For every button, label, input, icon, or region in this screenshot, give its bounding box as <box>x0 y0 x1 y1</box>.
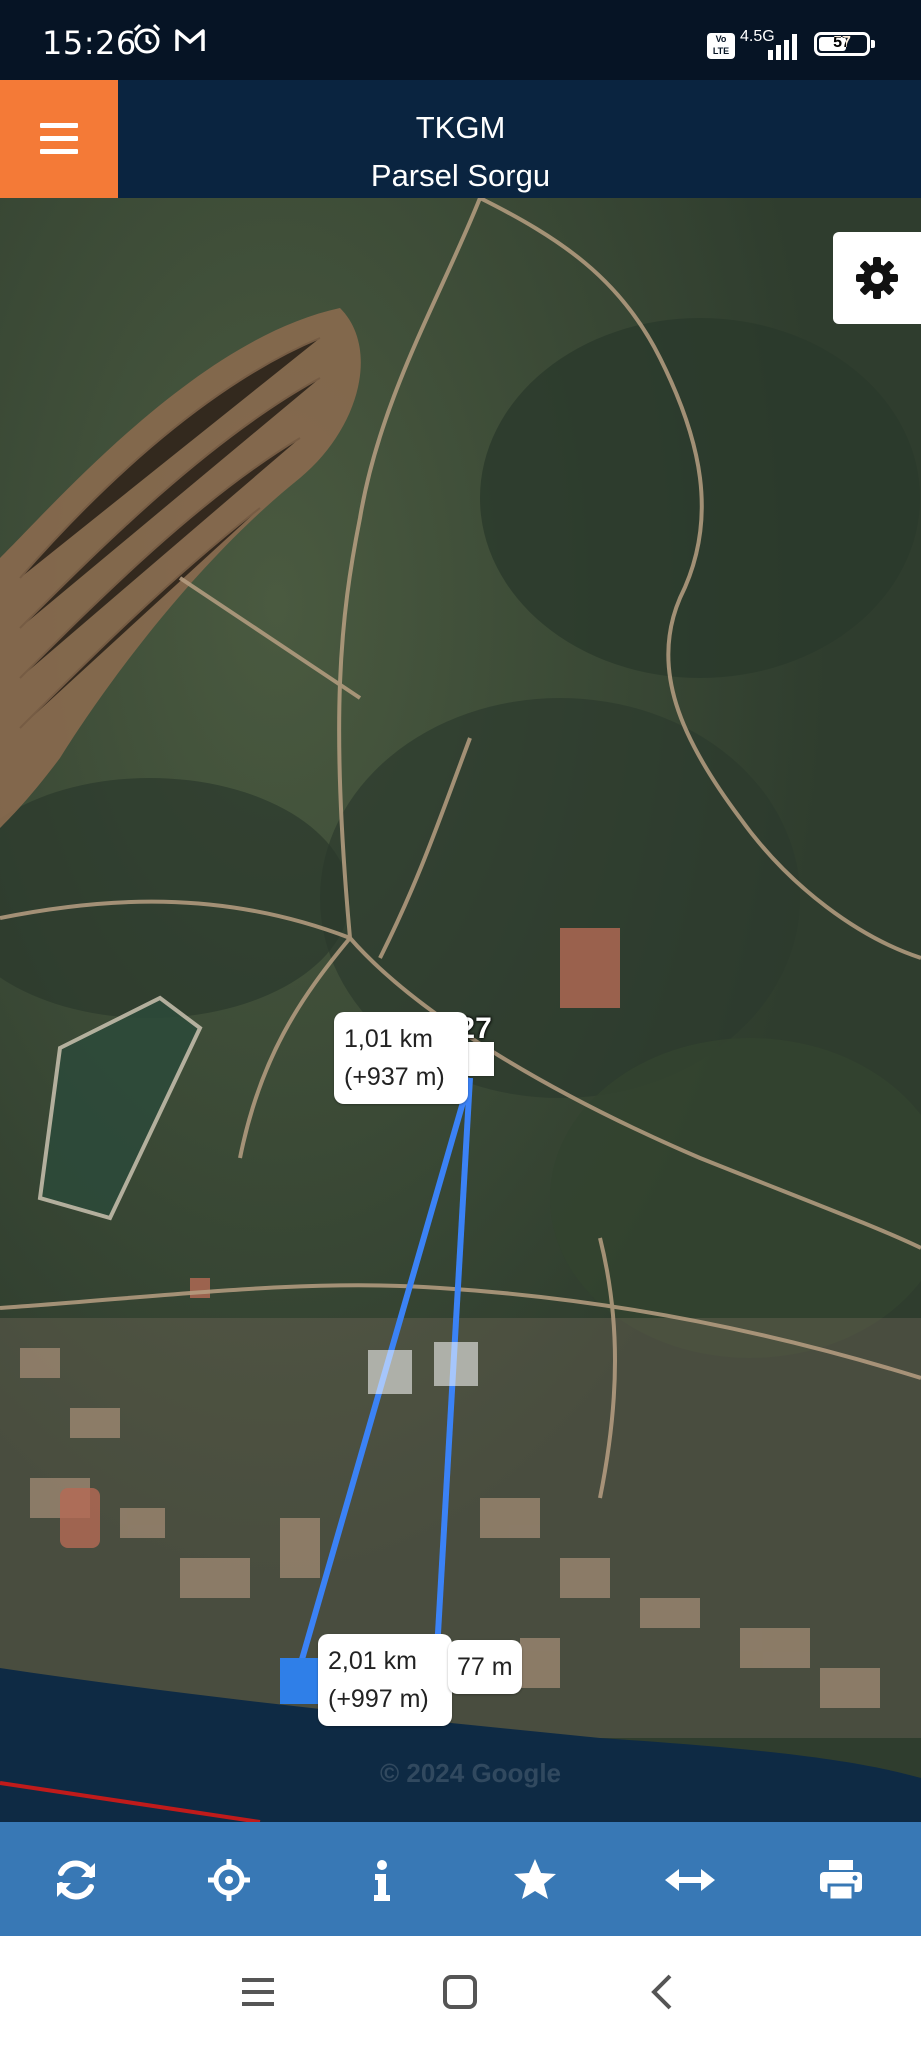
segment-length-tooltip: 77 m <box>448 1640 522 1694</box>
status-bar: 15:26 Vo LTE 4.5G 57 <box>0 0 921 80</box>
satellite-map[interactable]: 774/27 1,01 km (+937 m) 2,01 km (+997 m)… <box>0 198 921 1822</box>
measure-lines <box>293 1077 473 1681</box>
volte-label: Vo LTE <box>712 34 730 56</box>
locate-button[interactable] <box>178 1822 278 1936</box>
map-watermark: © 2024 Google <box>380 1758 561 1788</box>
measure-midpoint-handle[interactable] <box>368 1350 412 1394</box>
distance-total: 2,01 km <box>328 1647 417 1675</box>
distance-total: 1,01 km <box>344 1025 433 1053</box>
settings-button[interactable] <box>833 232 921 324</box>
star-icon <box>514 1859 556 1899</box>
arrows-horizontal-icon <box>665 1869 715 1891</box>
status-time: 15:26 <box>42 24 137 62</box>
home-icon[interactable] <box>440 1972 480 2012</box>
crosshair-icon <box>208 1859 250 1901</box>
distance-delta: (+997 m) <box>328 1685 429 1713</box>
menu-button[interactable] <box>0 80 118 198</box>
distance-delta: (+937 m) <box>344 1063 445 1091</box>
battery-icon: 57 <box>814 32 875 56</box>
measure-button[interactable] <box>637 1822 737 1936</box>
gmail-icon <box>175 29 205 51</box>
back-icon[interactable] <box>642 1972 682 2012</box>
measure-midpoint-handle[interactable] <box>434 1342 478 1386</box>
battery-level: 57 <box>833 34 851 51</box>
volte-icon: Vo LTE <box>707 33 735 59</box>
gear-icon <box>856 257 898 299</box>
refresh-icon <box>57 1860 95 1900</box>
refresh-button[interactable] <box>25 1822 125 1936</box>
system-nav-bar <box>0 1936 921 2048</box>
app-bar: TKGM Parsel Sorgu <box>0 80 921 198</box>
distance-tooltip: 1,01 km (+937 m) <box>334 1012 468 1104</box>
menu-icon[interactable] <box>238 1974 278 2010</box>
measure-end-handle[interactable] <box>280 1658 320 1704</box>
app-subtitle: Parsel Sorgu <box>370 158 551 193</box>
alarm-icon <box>133 23 161 54</box>
bottom-toolbar <box>0 1822 921 1936</box>
distance-tooltip: 2,01 km (+997 m) <box>318 1634 452 1726</box>
info-button[interactable] <box>331 1822 431 1936</box>
favorites-button[interactable] <box>484 1822 584 1936</box>
info-icon <box>374 1860 390 1901</box>
signal-icon <box>768 34 797 60</box>
app-title: TKGM <box>415 110 506 145</box>
print-icon <box>820 1860 862 1902</box>
print-button[interactable] <box>790 1822 890 1936</box>
